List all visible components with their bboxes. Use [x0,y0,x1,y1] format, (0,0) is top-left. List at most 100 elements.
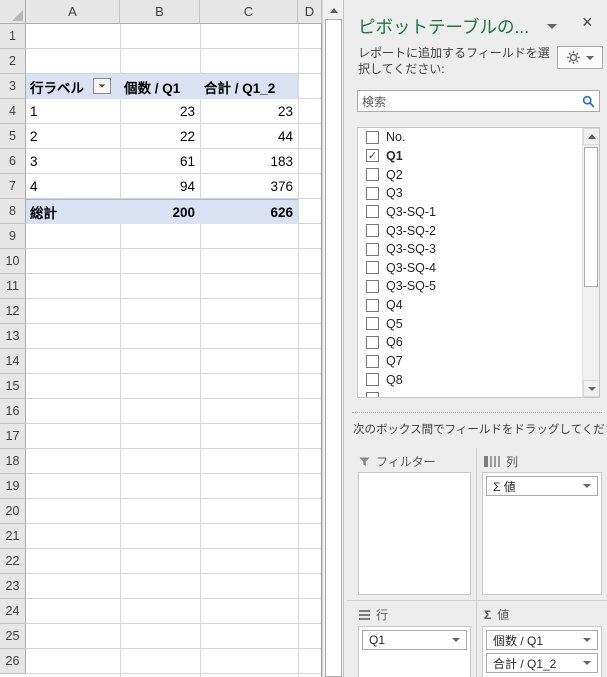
scroll-down-button[interactable] [583,380,600,397]
row-header-10[interactable]: 10 [0,249,26,274]
row-header-11[interactable]: 11 [0,274,26,299]
field-checkbox[interactable] [366,243,379,256]
field-list-item[interactable]: Q3-SQ-4 [358,258,599,277]
sheet-cells[interactable]: 行ラベル個数 / Q1合計 / Q1_212323222443611834943… [26,24,322,677]
row-header-2[interactable]: 2 [0,49,26,74]
row-header-22[interactable]: 22 [0,549,26,574]
field-checkbox[interactable] [366,299,379,312]
pivot-value[interactable]: 23 [200,99,298,124]
column-header-A[interactable]: A [26,0,120,24]
scroll-up-button[interactable] [583,128,600,145]
row-header-25[interactable]: 25 [0,624,26,649]
pane-options-chevron-icon[interactable] [547,24,557,29]
field-list-item-partial[interactable] [358,389,599,398]
row-header-1[interactable]: 1 [0,24,26,49]
pane-close-button[interactable]: × [582,13,593,31]
field-checkbox[interactable] [366,373,379,386]
pivot-grand-total-value[interactable]: 626 [200,199,298,224]
row-header-8[interactable]: 8 [0,199,26,224]
row-header-20[interactable]: 20 [0,499,26,524]
field-list-item[interactable]: Q7 [358,352,599,371]
field-list-item[interactable]: Q8 [358,370,599,389]
row-header-6[interactable]: 6 [0,149,26,174]
pivot-header-count-q1[interactable]: 個数 / Q1 [120,74,200,99]
field-list-item[interactable]: Q4 [358,296,599,315]
pivot-value[interactable]: 22 [120,124,200,149]
row-header-26[interactable]: 26 [0,649,26,674]
row-header-23[interactable]: 23 [0,574,26,599]
scrollbar-thumb[interactable] [584,147,598,287]
search-icon[interactable] [577,95,599,108]
pivot-value[interactable]: 376 [200,174,298,199]
pivot-value[interactable]: 183 [200,149,298,174]
field-list-item[interactable]: Q2 [358,165,599,184]
pivot-row-label[interactable]: 4 [26,174,120,199]
pivot-value[interactable]: 61 [120,149,200,174]
field-checkbox[interactable] [366,205,379,218]
row-header-5[interactable]: 5 [0,124,26,149]
field-checkbox[interactable] [366,392,379,398]
field-list-item[interactable]: Q3 [358,184,599,203]
row-header-24[interactable]: 24 [0,599,26,624]
field-list-item[interactable]: Q3-SQ-3 [358,240,599,259]
pivot-value[interactable]: 44 [200,124,298,149]
row-header-3[interactable]: 3 [0,74,26,99]
pivot-row-label[interactable]: 1 [26,99,120,124]
field-checkbox[interactable] [366,168,379,181]
field-checkbox[interactable] [366,261,379,274]
pivot-grand-total-label[interactable]: 総計 [26,199,120,224]
row-header-13[interactable]: 13 [0,324,26,349]
rows-area-box[interactable]: Q1 [358,626,471,677]
field-list-item[interactable]: Q3-SQ-5 [358,277,599,296]
field-list-item[interactable]: Q3-SQ-2 [358,221,599,240]
sheet-vertical-scrollbar[interactable] [322,0,343,677]
column-header-D[interactable]: D [298,0,322,24]
row-header-19[interactable]: 19 [0,474,26,499]
pivot-value[interactable]: 94 [120,174,200,199]
field-list-item[interactable]: Q3-SQ-1 [358,203,599,222]
column-header-C[interactable]: C [200,0,298,24]
field-list-item[interactable]: No. [358,128,599,147]
pivot-row-label[interactable]: 3 [26,149,120,174]
field-checkbox[interactable] [366,336,379,349]
row-header-16[interactable]: 16 [0,399,26,424]
row-header-7[interactable]: 7 [0,174,26,199]
row-header-14[interactable]: 14 [0,349,26,374]
field-list-scrollbar[interactable] [582,128,599,397]
tools-button[interactable] [557,46,603,69]
field-checkbox[interactable]: ✓ [366,149,379,162]
search-input[interactable]: 検索 [357,90,600,112]
filters-area-box[interactable] [358,472,471,595]
field-checkbox[interactable] [366,317,379,330]
row-label-filter-dropdown[interactable] [93,78,111,94]
row-header-12[interactable]: 12 [0,299,26,324]
field-checkbox[interactable] [366,355,379,368]
scrollbar-thumb[interactable] [325,19,342,677]
field-list-item[interactable]: ✓ Q1 [358,147,599,166]
row-header-4[interactable]: 4 [0,99,26,124]
pivot-value[interactable]: 23 [120,99,200,124]
select-all-corner[interactable] [0,0,26,24]
pivot-row-label[interactable]: 2 [26,124,120,149]
area-field-pill[interactable]: 個数 / Q1 [486,630,598,650]
row-header-9[interactable]: 9 [0,224,26,249]
pivot-grand-total-value[interactable]: 200 [120,199,200,224]
field-checkbox[interactable] [366,280,379,293]
field-list-item[interactable]: Q6 [358,333,599,352]
row-header-21[interactable]: 21 [0,524,26,549]
field-checkbox[interactable] [366,187,379,200]
field-checkbox[interactable] [366,224,379,237]
row-header-15[interactable]: 15 [0,374,26,399]
column-header-B[interactable]: B [120,0,200,24]
values-area-box[interactable]: 個数 / Q1 合計 / Q1_2 [482,626,602,677]
area-field-pill[interactable]: Σ 値 [486,476,598,496]
area-field-pill[interactable]: 合計 / Q1_2 [486,653,598,673]
field-checkbox[interactable] [366,131,379,144]
area-field-pill[interactable]: Q1 [362,630,467,650]
scroll-up-button[interactable] [324,1,343,19]
field-list-item[interactable]: Q5 [358,314,599,333]
pivot-header-sum-q1-2[interactable]: 合計 / Q1_2 [200,74,298,99]
columns-area-box[interactable]: Σ 値 [482,472,602,595]
row-header-17[interactable]: 17 [0,424,26,449]
row-header-18[interactable]: 18 [0,449,26,474]
